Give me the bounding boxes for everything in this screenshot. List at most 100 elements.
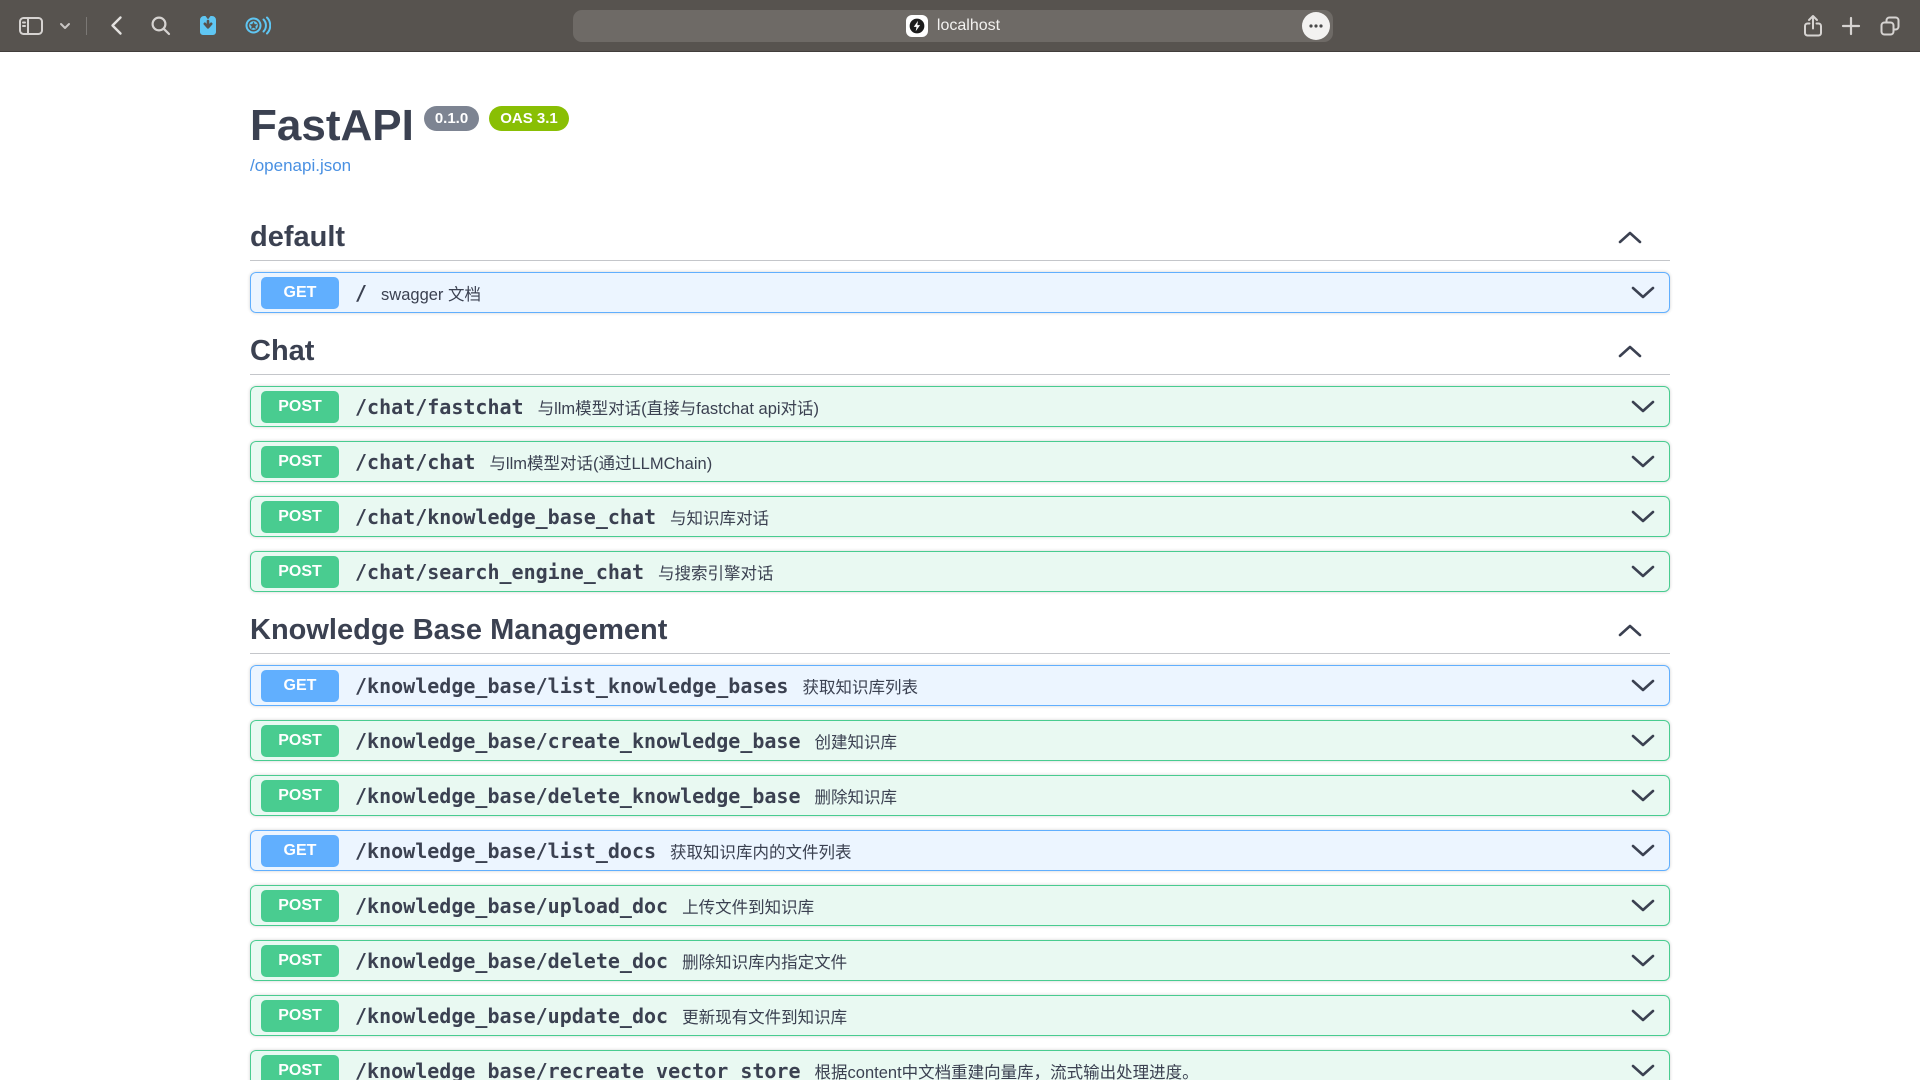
operation-row[interactable]: GET / swagger 文档	[250, 272, 1670, 313]
section-header[interactable]: default	[250, 214, 1670, 261]
operation-row[interactable]: POST /knowledge_base/upload_doc 上传文件到知识库	[250, 885, 1670, 926]
method-badge: GET	[261, 670, 339, 702]
method-badge: POST	[261, 501, 339, 533]
operation-list: GET / swagger 文档	[250, 261, 1670, 313]
radar-extension-button[interactable]	[243, 14, 271, 37]
sidebar-toggle-button[interactable]	[18, 15, 44, 37]
expand-operation-button[interactable]	[1627, 451, 1659, 472]
section-header[interactable]: Chat	[250, 328, 1670, 375]
operation-summary: 与llm模型对话(直接与fastchat api对话)	[538, 395, 819, 419]
share-icon	[1802, 14, 1824, 38]
section-title: Knowledge Base Management	[250, 613, 667, 647]
expand-operation-button[interactable]	[1627, 675, 1659, 696]
chevron-down-icon	[1631, 844, 1655, 857]
method-badge: POST	[261, 446, 339, 478]
method-badge: POST	[261, 780, 339, 812]
address-text: localhost	[937, 17, 1000, 35]
chevron-down-icon	[1631, 1064, 1655, 1077]
tab-group-chevron-button[interactable]	[59, 21, 71, 31]
expand-operation-button[interactable]	[1627, 730, 1659, 751]
operation-row[interactable]: POST /chat/search_engine_chat 与搜索引擎对话	[250, 551, 1670, 592]
method-badge: POST	[261, 1055, 339, 1080]
version-badge: 0.1.0	[424, 106, 479, 131]
method-badge: POST	[261, 556, 339, 588]
expand-operation-button[interactable]	[1627, 950, 1659, 971]
bookmark-extension-button[interactable]	[196, 14, 220, 37]
operation-summary: 与llm模型对话(通过LLMChain)	[489, 450, 712, 474]
site-favicon	[906, 15, 928, 37]
api-section: Knowledge Base Management GET /knowledge…	[250, 607, 1670, 1080]
operation-path: /chat/fastchat	[355, 395, 524, 419]
new-tab-button[interactable]	[1841, 16, 1861, 36]
operation-row[interactable]: POST /knowledge_base/delete_doc 删除知识库内指定…	[250, 940, 1670, 981]
method-badge: GET	[261, 277, 339, 309]
expand-operation-button[interactable]	[1627, 506, 1659, 527]
api-section: default GET / swagger 文档	[250, 214, 1670, 313]
section-title: default	[250, 220, 345, 254]
address-bar[interactable]: localhost	[573, 10, 1333, 42]
operation-row[interactable]: POST /knowledge_base/create_knowledge_ba…	[250, 720, 1670, 761]
section-header[interactable]: Knowledge Base Management	[250, 607, 1670, 654]
method-badge: POST	[261, 890, 339, 922]
ellipsis-icon	[1308, 23, 1324, 29]
operation-row[interactable]: GET /knowledge_base/list_knowledge_bases…	[250, 665, 1670, 706]
operation-row[interactable]: POST /chat/fastchat 与llm模型对话(直接与fastchat…	[250, 386, 1670, 427]
operation-path: /knowledge_base/delete_doc	[355, 949, 668, 973]
operation-summary: 与搜索引擎对话	[658, 560, 774, 584]
openapi-spec-link[interactable]: /openapi.json	[250, 156, 351, 176]
expand-operation-button[interactable]	[1627, 561, 1659, 582]
operation-summary: 与知识库对话	[670, 505, 769, 529]
toolbar-right-group	[1802, 0, 1902, 52]
api-section: Chat POST /chat/fastchat 与llm模型对话(直接与fas…	[250, 328, 1670, 592]
operation-summary: 删除知识库内指定文件	[682, 949, 847, 973]
chevron-down-icon	[1631, 400, 1655, 413]
expand-operation-button[interactable]	[1627, 1060, 1659, 1080]
collapse-section-button[interactable]	[1614, 620, 1646, 641]
operation-list: POST /chat/fastchat 与llm模型对话(直接与fastchat…	[250, 375, 1670, 592]
operation-summary: 获取知识库内的文件列表	[670, 839, 852, 863]
operation-summary: 创建知识库	[815, 729, 898, 753]
chevron-down-icon	[1631, 286, 1655, 299]
chevron-down-icon	[1631, 899, 1655, 912]
operation-row[interactable]: POST /chat/chat 与llm模型对话(通过LLMChain)	[250, 441, 1670, 482]
operation-path: /chat/search_engine_chat	[355, 560, 644, 584]
expand-operation-button[interactable]	[1627, 396, 1659, 417]
operation-path: /chat/knowledge_base_chat	[355, 505, 656, 529]
operation-path: /knowledge_base/list_docs	[355, 839, 656, 863]
operation-row[interactable]: POST /knowledge_base/update_doc 更新现有文件到知…	[250, 995, 1670, 1036]
operation-row[interactable]: POST /chat/knowledge_base_chat 与知识库对话	[250, 496, 1670, 537]
expand-operation-button[interactable]	[1627, 840, 1659, 861]
bookmark-extension-icon	[196, 14, 220, 37]
operation-row[interactable]: POST /knowledge_base/delete_knowledge_ba…	[250, 775, 1670, 816]
operation-summary: 上传文件到知识库	[682, 894, 814, 918]
operation-list: GET /knowledge_base/list_knowledge_bases…	[250, 654, 1670, 1080]
method-badge: POST	[261, 945, 339, 977]
operation-row[interactable]: POST /knowledge_base/recreate_vector_sto…	[250, 1050, 1670, 1080]
expand-operation-button[interactable]	[1627, 785, 1659, 806]
chevron-down-icon	[1631, 510, 1655, 523]
collapse-section-button[interactable]	[1614, 227, 1646, 248]
method-badge: GET	[261, 835, 339, 867]
tab-overview-button[interactable]	[1878, 14, 1902, 38]
chevron-up-icon	[1618, 231, 1642, 244]
chevron-down-icon	[1631, 1009, 1655, 1022]
operation-path: /chat/chat	[355, 450, 475, 474]
expand-operation-button[interactable]	[1627, 282, 1659, 303]
page-options-button[interactable]	[1302, 12, 1330, 40]
collapse-section-button[interactable]	[1614, 341, 1646, 362]
operation-summary: 更新现有文件到知识库	[682, 1004, 847, 1028]
api-title: FastAPI	[250, 102, 414, 150]
expand-operation-button[interactable]	[1627, 1005, 1659, 1026]
operation-row[interactable]: GET /knowledge_base/list_docs 获取知识库内的文件列…	[250, 830, 1670, 871]
expand-operation-button[interactable]	[1627, 895, 1659, 916]
operation-summary: 根据content中文档重建向量库，流式输出处理进度。	[815, 1059, 1199, 1080]
toolbar-divider	[86, 17, 87, 35]
share-button[interactable]	[1802, 14, 1824, 38]
plus-icon	[1841, 16, 1861, 36]
search-button[interactable]	[150, 15, 171, 36]
operation-summary: 获取知识库列表	[802, 674, 918, 698]
api-title-row: FastAPI 0.1.0 OAS 3.1	[250, 102, 1670, 150]
radar-extension-icon	[243, 14, 271, 37]
swagger-page: FastAPI 0.1.0 OAS 3.1 /openapi.json defa…	[250, 52, 1670, 1080]
back-button[interactable]	[110, 15, 123, 36]
